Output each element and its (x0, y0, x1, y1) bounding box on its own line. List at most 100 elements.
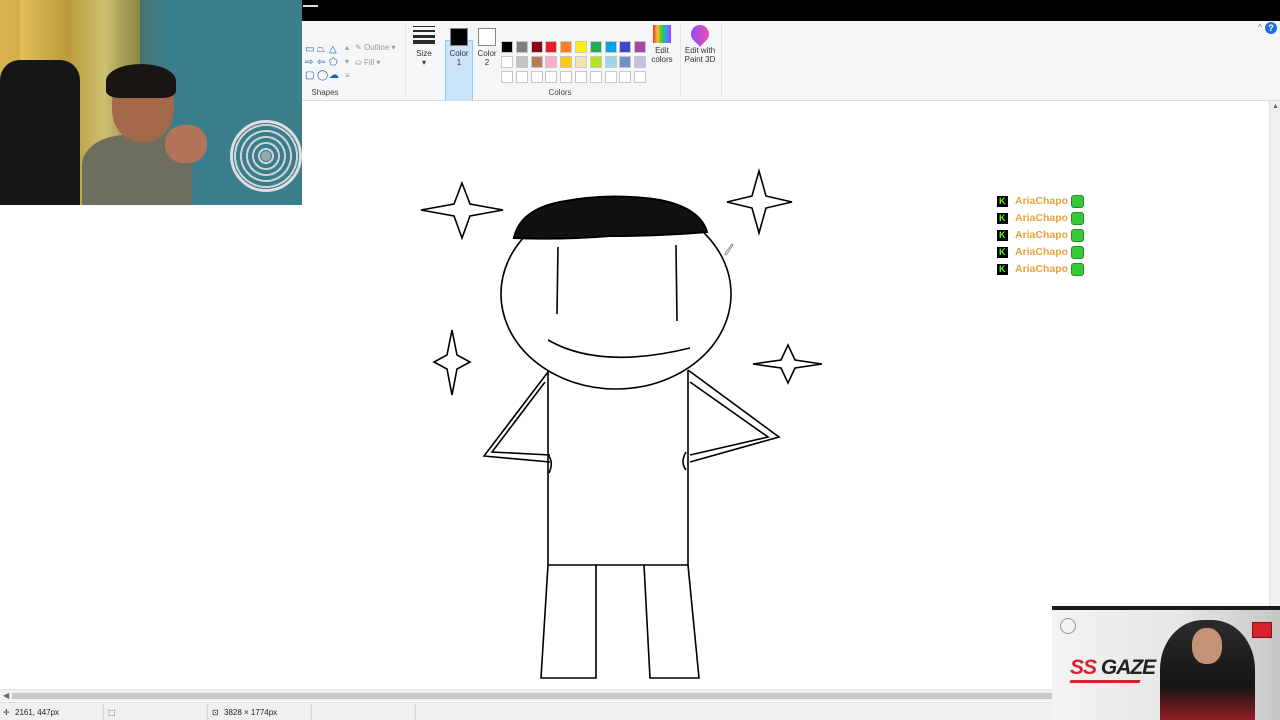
emote-icon (1071, 246, 1084, 259)
palette-swatch[interactable] (604, 71, 617, 83)
pencil-cursor-icon (724, 243, 734, 256)
palette-swatch[interactable] (515, 41, 528, 53)
edit-with-paint3d-button[interactable]: Edit with Paint 3D (682, 21, 718, 64)
palette-swatch[interactable] (515, 56, 528, 68)
selection-size-icon: ⬚ (108, 708, 116, 717)
palette-swatch[interactable] (589, 71, 602, 83)
minimize-dash-icon[interactable] (303, 5, 318, 7)
cursor-position-icon: ✛ (3, 708, 10, 717)
palette-swatch[interactable] (545, 41, 558, 53)
color2-button[interactable]: Color 2 (474, 25, 500, 67)
palette-swatch[interactable] (560, 41, 573, 53)
edit-colors-icon (653, 25, 671, 43)
sponsor-player-face (1192, 628, 1222, 664)
palette-swatch[interactable] (560, 71, 573, 83)
palette-swatch[interactable] (575, 56, 587, 68)
group-separator (405, 25, 406, 97)
paint3d-icon (687, 21, 713, 47)
color2-number: 2 (484, 58, 490, 67)
left-arrow-shape-icon[interactable]: ⇦ (317, 58, 325, 68)
size-button[interactable]: Size ▾ (411, 25, 437, 67)
shapes-scroll-up-icon[interactable]: ▴ (345, 43, 349, 52)
palette-swatch[interactable] (589, 41, 602, 53)
hand-right (682, 451, 687, 471)
palette-swatch[interactable] (619, 41, 632, 53)
right-arrow-shape-icon[interactable]: ⇨ (305, 58, 313, 68)
fill-icon: ⛀ (355, 58, 364, 67)
size-label: Size (416, 49, 432, 58)
palette-swatch[interactable] (619, 71, 632, 83)
palette-swatch[interactable] (501, 56, 513, 68)
palette-swatch[interactable] (530, 41, 543, 53)
rounded-callout-shape-icon[interactable]: ▢ (305, 71, 314, 81)
hair (512, 195, 709, 240)
palette-swatch[interactable] (530, 56, 543, 68)
palette-swatch[interactable] (545, 71, 558, 83)
colors-group-label: Colors (548, 88, 572, 97)
outline-dropdown[interactable]: ✎ Outline ▾ (355, 43, 396, 52)
shapes-expand-icon[interactable]: ≡ (345, 71, 350, 80)
help-icon[interactable]: ? (1265, 22, 1277, 34)
chat-username: AriaChapo (1015, 263, 1069, 275)
pentagon-shape-icon[interactable]: ⬠ (329, 58, 338, 68)
collapse-ribbon-icon[interactable]: ^ (1258, 22, 1262, 32)
emote-icon (1071, 212, 1084, 225)
palette-swatch[interactable] (634, 56, 647, 68)
palette-swatch[interactable] (575, 41, 587, 53)
vertical-scrollbar[interactable]: ▲ (1269, 101, 1280, 689)
kick-icon (997, 196, 1008, 207)
palette-swatch[interactable] (530, 71, 543, 83)
palette-swatch[interactable] (501, 41, 513, 53)
palette-swatch[interactable] (501, 71, 513, 83)
size-dropdown-icon: ▾ (421, 58, 426, 67)
sponsor-brand-2: GAZE (1100, 656, 1156, 679)
paint3d-label-1: Edit with (684, 46, 716, 55)
sparkle-star (420, 180, 504, 241)
cursor-position: 2161, 447px (15, 708, 60, 717)
sparkle-star (726, 168, 793, 236)
line-size-icon (413, 25, 435, 45)
chevron-up-icon[interactable]: ▲ (1272, 103, 1279, 110)
oval-callout-shape-icon[interactable]: ◯ (317, 71, 328, 81)
webcam-chair (0, 60, 80, 205)
chat-message: AriaChapo (997, 228, 1087, 245)
sponsor-brand-1: SS (1070, 656, 1097, 679)
kick-icon (997, 264, 1008, 275)
palette-swatch[interactable] (575, 71, 587, 83)
edit-colors-button[interactable]: Edit colors (648, 25, 676, 64)
webcam-overlay (0, 0, 302, 205)
color1-content[interactable]: Color 1 (446, 25, 472, 67)
palette-swatch[interactable] (589, 56, 602, 68)
fill-dropdown[interactable]: ⛀ Fill ▾ (355, 58, 380, 67)
emote-icon (1071, 263, 1084, 276)
chat-username: AriaChapo (1015, 212, 1069, 224)
palette-swatch[interactable] (619, 56, 632, 68)
outline-label: Outline (363, 43, 390, 52)
chat-username: AriaChapo (1015, 229, 1069, 241)
cloud-callout-shape-icon[interactable]: ☁ (329, 71, 339, 81)
palette-swatch[interactable] (545, 56, 558, 68)
chevron-left-icon[interactable]: ◀ (3, 691, 9, 700)
group-separator (680, 25, 681, 97)
chat-message: AriaChapo (997, 194, 1087, 211)
sponsor-overlay: SS GAZE (1052, 606, 1280, 720)
rectangle-shape-icon[interactable]: ▭ (305, 45, 314, 55)
palette-swatch[interactable] (515, 71, 528, 83)
status-separator (415, 705, 416, 719)
shapes-group-label: Shapes (311, 88, 339, 97)
triangle-shape-icon[interactable]: △ (329, 45, 337, 55)
shapes-scroll-down-icon[interactable]: ▾ (345, 57, 349, 66)
chat-message: AriaChapo (997, 211, 1087, 228)
shapes-gallery[interactable]: ▭ ⏢ △ ⇨ ⇦ ⬠ ▢ ◯ ☁ (302, 42, 346, 81)
palette-swatch[interactable] (604, 56, 617, 68)
polygon-shape-icon[interactable]: ⏢ (317, 45, 325, 55)
palette-swatch[interactable] (604, 41, 617, 53)
chat-overlay: AriaChapo AriaChapo AriaChapo AriaChapo Aria… (997, 194, 1087, 279)
palette-swatch[interactable] (560, 56, 573, 68)
palette-swatch[interactable] (634, 41, 647, 53)
palette-swatch[interactable] (634, 71, 647, 83)
chat-username: AriaChapo (1015, 246, 1069, 258)
kick-icon (997, 213, 1008, 224)
outline-icon: ✎ (355, 43, 364, 52)
color2-label: Color (477, 49, 497, 58)
